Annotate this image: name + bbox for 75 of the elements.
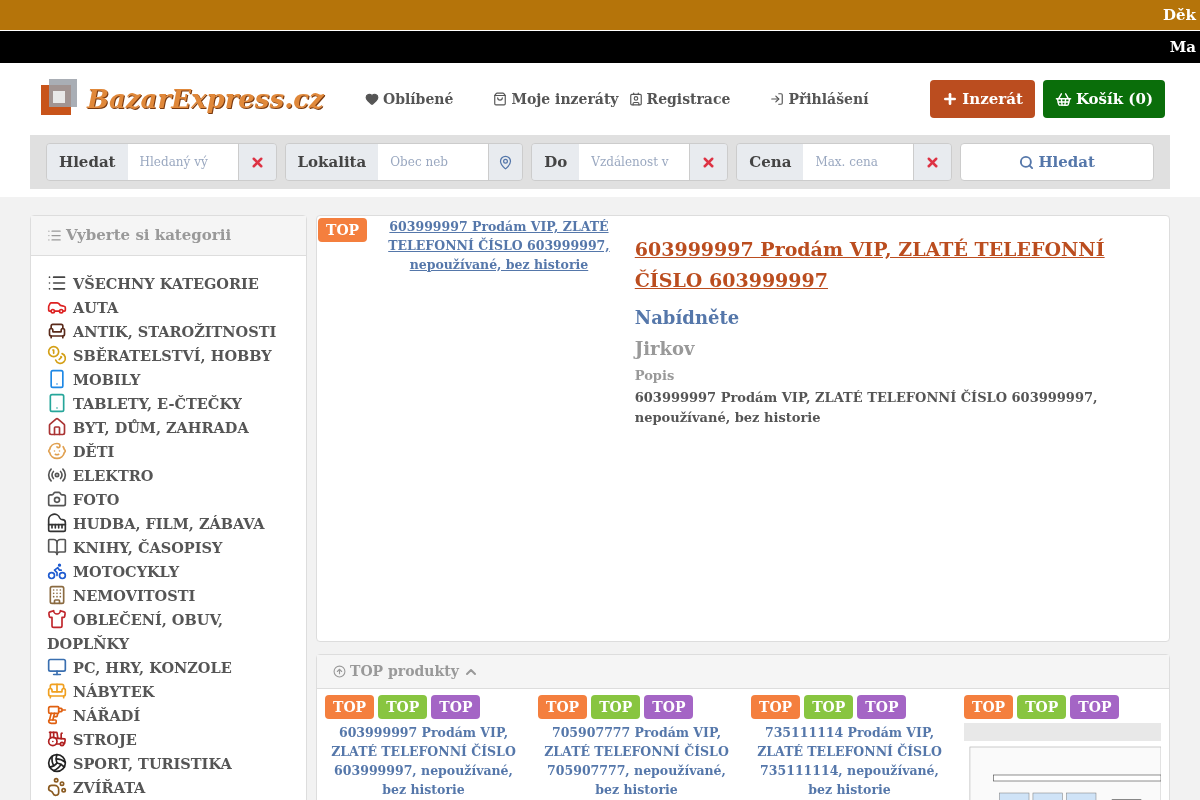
description-label: Popis [634, 367, 676, 385]
nav-link[interactable]: Oblíbené [365, 88, 454, 110]
category-link[interactable]: AUTA [47, 295, 290, 320]
shirt-icon [47, 608, 67, 629]
basket-icon [1054, 90, 1072, 108]
nav-link[interactable]: Přihlášení [770, 88, 869, 110]
product-link[interactable]: 603999997 Prodám VIP, ZLATÉ TELEFONNÍ ČÍSLO 603999997, nepoužívané, bez historie [325, 723, 522, 799]
category-link[interactable]: KNIHY, ČASOPISY [47, 535, 290, 560]
cart-button[interactable]: Košík (0) [1042, 80, 1165, 118]
top-badge: TOP [804, 695, 854, 719]
category-link[interactable]: ZVÍŘATA [47, 775, 290, 800]
house-icon [47, 416, 67, 437]
heart-icon [365, 92, 379, 106]
keyboard-icon [47, 512, 67, 533]
top-badge: TOP [857, 695, 907, 719]
animals-icon [47, 776, 67, 797]
computer-icon [47, 656, 67, 677]
phone-icon [47, 368, 67, 389]
top-badge: TOP [591, 695, 641, 719]
top-badge: TOP [431, 695, 481, 719]
nav-link[interactable]: Moje inzeráty [493, 88, 619, 110]
category-link[interactable]: ELEKTRO [47, 463, 290, 488]
book-icon [47, 536, 67, 557]
add-listing-button[interactable]: Inzerát [930, 80, 1035, 118]
category-link[interactable]: ANTIK, STAROŽITNOSTI [47, 319, 290, 344]
panel-title: TOP produkty [350, 662, 459, 681]
category-link[interactable]: OBLEČENÍ, OBUV, DOPLŇKY [47, 607, 290, 656]
top-badge: TOP [318, 218, 368, 242]
listing-title[interactable]: 603999997 Prodám VIP, ZLATÉ TELEFONNÍ ČÍSLO 603999997 [634, 234, 1153, 296]
top-badge: TOP [964, 695, 1014, 719]
announcement-text: Děk [1163, 4, 1196, 26]
listing-price: Nabídněte [634, 306, 741, 330]
category-link[interactable]: TABLETY, E-ČTEČKY [47, 391, 290, 416]
top-badge: TOP [325, 695, 375, 719]
category-link[interactable]: HUDBA, FILM, ZÁBAVA [47, 511, 290, 536]
top-badge: TOP [538, 695, 588, 719]
panel-title: Vyberte si kategorii [66, 225, 232, 246]
list-icon [47, 227, 62, 243]
coins-icon [47, 344, 67, 365]
top-badge: TOP [1070, 695, 1120, 719]
listing-description: 603999997 Prodám VIP, ZLATÉ TELEFONNÍ ČÍSLO 603999997, nepoužívané, bez historie [634, 388, 1099, 427]
ball-icon [47, 752, 67, 773]
announcement-text: Ma [1169, 36, 1196, 58]
circle-arrow-up-icon [333, 665, 346, 678]
tablet-icon [47, 392, 67, 413]
search-button[interactable]: Hledat [960, 143, 1154, 181]
category-link[interactable]: STROJE [47, 727, 290, 752]
category-link[interactable]: NÁŘADÍ [47, 703, 290, 728]
building-icon [47, 584, 67, 605]
category-link[interactable]: MOBILY [47, 367, 290, 392]
category-link[interactable]: VŠECHNY KATEGORIE [47, 271, 290, 296]
category-link[interactable]: NEMOVITOSTI [47, 583, 290, 608]
category-link[interactable]: SPORT, TURISTIKA [47, 751, 290, 776]
drill-icon [47, 704, 67, 725]
category-link[interactable]: BYT, DŮM, ZAHRADA [47, 415, 290, 440]
product-link[interactable]: 735111114 Prodám VIP, ZLATÉ TELEFONNÍ ČÍSLO 735111114, nepoužívané, bez historie [751, 723, 948, 799]
login-icon [770, 92, 785, 106]
bag-icon [493, 92, 508, 106]
listing-location: Jirkov [634, 337, 696, 361]
search-icon [1019, 154, 1035, 170]
category-link[interactable]: SBĚRATELSTVÍ, HOBBY [47, 343, 290, 368]
listing-image-link[interactable]: 603999997 Prodám VIP, ZLATÉ TELEFONNÍ ČÍSLO 603999997, nepoužívané, bez historie [371, 218, 627, 275]
category-link[interactable]: NÁBYTEK [47, 679, 290, 704]
plus-icon [942, 91, 959, 107]
category-link[interactable]: PC, HRY, KONZOLE [47, 655, 290, 680]
top-badge: TOP [378, 695, 428, 719]
category-link[interactable]: DĚTI [47, 439, 290, 464]
top-badge: TOP [1017, 695, 1067, 719]
nav-link[interactable]: Registrace [628, 88, 731, 110]
top-badge: TOP [644, 695, 694, 719]
product-link[interactable]: 705907777 Prodám VIP, ZLATÉ TELEFONNÍ ČÍSLO 705907777, nepoužívané, bez historie [538, 723, 735, 799]
top-badge: TOP [751, 695, 801, 719]
category-link[interactable]: FOTO [47, 487, 290, 512]
category-link[interactable]: MOTOCYKLY [47, 559, 290, 584]
contact-icon [628, 92, 643, 106]
